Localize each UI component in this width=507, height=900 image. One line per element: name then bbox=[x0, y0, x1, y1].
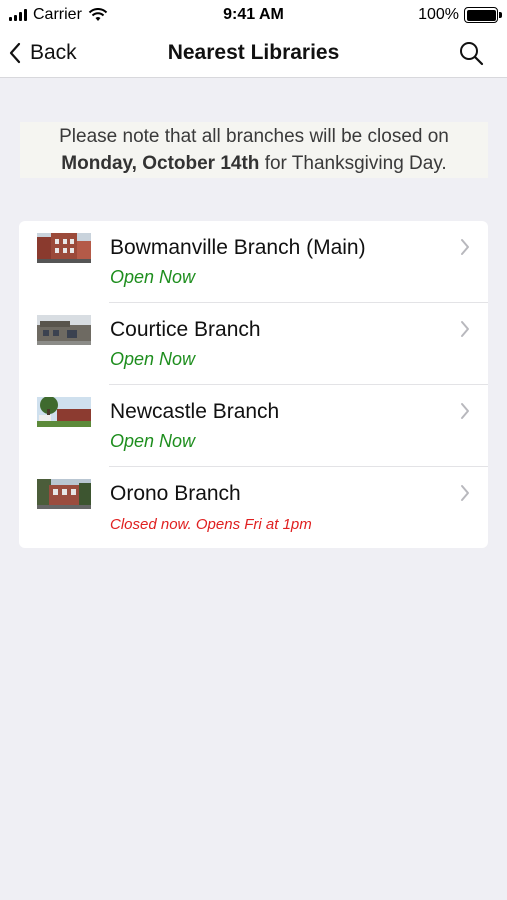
search-icon[interactable] bbox=[457, 39, 485, 67]
battery-percent: 100% bbox=[418, 6, 459, 23]
branch-name: Courtice Branch bbox=[110, 318, 261, 341]
branch-status: Open Now bbox=[110, 431, 196, 451]
branch-status: Open Now bbox=[110, 349, 196, 369]
chevron-right-icon bbox=[461, 403, 469, 419]
list-item[interactable]: Courtice Branch Open Now bbox=[19, 303, 488, 385]
branch-photo bbox=[37, 233, 91, 263]
chevron-right-icon bbox=[461, 321, 469, 337]
back-label: Back bbox=[30, 41, 77, 64]
status-right: 100% bbox=[418, 6, 502, 24]
branch-photo bbox=[37, 315, 91, 345]
nav-bar: Back Nearest Libraries bbox=[0, 30, 507, 78]
notice-prefix: Please note that all branches will be cl… bbox=[59, 126, 449, 147]
battery-icon bbox=[464, 7, 502, 23]
branch-name: Newcastle Branch bbox=[110, 400, 280, 423]
branch-status: Open Now bbox=[110, 267, 196, 287]
status-bar: Carrier 9:41 AM 100% bbox=[0, 0, 507, 30]
branch-name: Orono Branch bbox=[110, 482, 241, 505]
branch-photo bbox=[37, 479, 91, 509]
branch-name: Bowmanville Branch (Main) bbox=[110, 236, 366, 259]
branch-list: Bowmanville Branch (Main) Open Now Court… bbox=[19, 221, 488, 548]
branch-photo bbox=[37, 397, 91, 427]
back-button[interactable]: Back bbox=[8, 38, 77, 68]
chevron-left-icon bbox=[9, 42, 21, 64]
notice-suffix: for Thanksgiving Day. bbox=[264, 153, 447, 174]
chevron-right-icon bbox=[461, 239, 469, 255]
branch-status: Closed now. Opens Fri at 1pm bbox=[110, 516, 312, 533]
closure-notice: Please note that all branches will be cl… bbox=[20, 122, 488, 178]
list-item[interactable]: Newcastle Branch Open Now bbox=[19, 385, 488, 467]
notice-date: Monday, October 14th bbox=[61, 153, 260, 174]
chevron-right-icon bbox=[461, 485, 469, 501]
list-item[interactable]: Orono Branch Closed now. Opens Fri at 1p… bbox=[19, 467, 488, 548]
list-item[interactable]: Bowmanville Branch (Main) Open Now bbox=[19, 221, 488, 303]
